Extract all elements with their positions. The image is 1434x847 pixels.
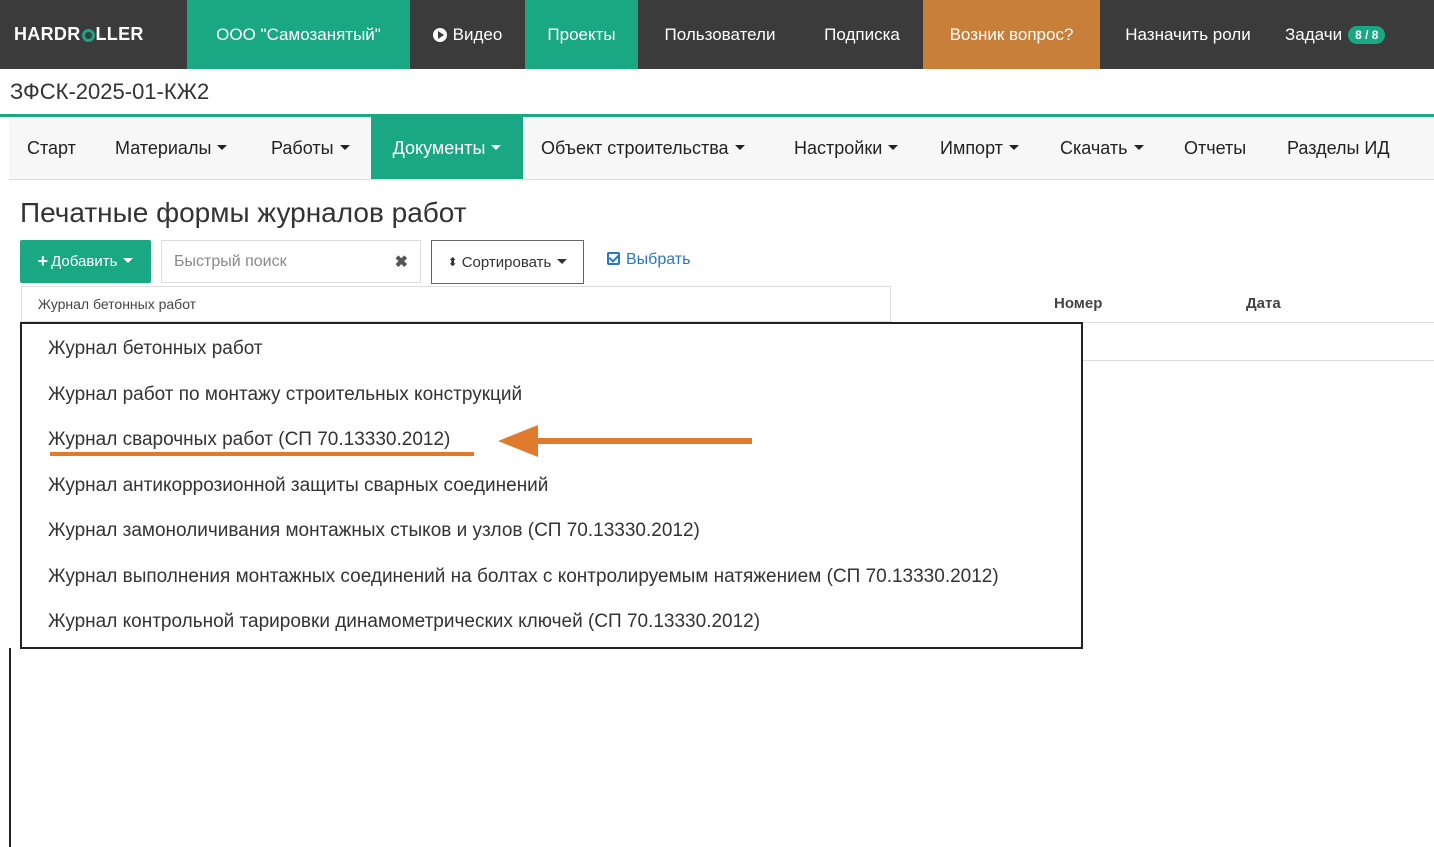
menu-settings-label: Настройки (794, 137, 883, 158)
dropdown-item[interactable]: Журнал выполнения монтажных соединений н… (48, 566, 999, 588)
brand-logo[interactable]: HARDR LLER (14, 0, 144, 69)
dropdown-item[interactable]: Журнал сварочных работ (СП 70.13330.2012… (48, 429, 450, 451)
highlight-underline (50, 452, 474, 456)
caret-down-icon (217, 144, 228, 150)
column-number-header[interactable]: Номер (1054, 295, 1102, 312)
nav-tasks[interactable]: Задачи 8 / 8 (1285, 0, 1425, 69)
menu-import[interactable]: Импорт (940, 117, 1019, 179)
caret-down-icon (734, 144, 745, 150)
clear-icon[interactable]: ✖ (395, 252, 408, 272)
dropdown-item[interactable]: Журнал контрольной тарировки динамометри… (48, 611, 760, 633)
top-navbar: HARDR LLER ООО "Самозанятый" Видео Проект… (0, 0, 1434, 69)
sort-icon: ⬍ (447, 255, 458, 269)
menu-object-label: Объект строительства (541, 137, 729, 158)
menu-documents-label: Документы (392, 137, 486, 158)
caret-down-icon (339, 144, 350, 150)
nav-question[interactable]: Возник вопрос? (923, 0, 1100, 69)
menu-sections[interactable]: Разделы ИД (1287, 117, 1390, 179)
main-menu: Старт Материалы Работы Документы Объект … (9, 117, 1434, 180)
menu-materials[interactable]: Материалы (115, 117, 228, 179)
nav-company[interactable]: ООО "Самозанятый" (187, 0, 410, 69)
column-date-header[interactable]: Дата (1246, 295, 1281, 312)
table-divider (1083, 322, 1434, 323)
menu-start[interactable]: Старт (27, 117, 76, 179)
caret-down-icon (557, 258, 568, 264)
checkbox-icon (607, 252, 620, 265)
menu-documents[interactable]: Документы (371, 117, 523, 179)
select-button[interactable]: Выбрать (607, 251, 690, 269)
plus-icon: + (37, 251, 49, 271)
dropdown-item[interactable]: Журнал работ по монтажу строительных кон… (48, 384, 522, 406)
tasks-badge: 8 / 8 (1348, 25, 1386, 44)
caret-down-icon (491, 144, 502, 150)
caret-down-icon (1008, 144, 1019, 150)
menu-download-label: Скачать (1060, 137, 1128, 158)
search-input[interactable]: Быстрый поиск ✖ (161, 240, 421, 283)
journal-select[interactable]: Журнал бетонных работ (21, 286, 891, 322)
nav-tasks-label: Задачи (1285, 24, 1343, 44)
caret-down-icon (1133, 144, 1144, 150)
menu-works-label: Работы (271, 137, 334, 158)
menu-reports[interactable]: Отчеты (1184, 117, 1246, 179)
nav-video[interactable]: Видео (411, 0, 524, 69)
sort-button[interactable]: ⬍ Сортировать (431, 240, 584, 284)
table-divider (1083, 360, 1434, 361)
nav-users[interactable]: Пользователи (638, 0, 802, 69)
caret-down-icon (123, 258, 134, 263)
menu-materials-label: Материалы (115, 137, 212, 158)
journal-dropdown: Журнал бетонных работ Журнал работ по мо… (20, 322, 1083, 649)
page-title: Печатные формы журналов работ (20, 197, 467, 228)
project-code: ЗФСК-2025-01-КЖ2 (10, 79, 210, 104)
dropdown-item[interactable]: Журнал замоноличивания монтажных стыков … (48, 520, 700, 542)
menu-import-label: Импорт (940, 137, 1003, 158)
menu-settings[interactable]: Настройки (794, 117, 899, 179)
select-button-label: Выбрать (626, 251, 691, 268)
menu-works[interactable]: Работы (271, 117, 350, 179)
dropdown-item[interactable]: Журнал антикоррозионной защиты сварных с… (48, 475, 548, 497)
highlight-arrow-icon (498, 425, 752, 457)
add-button-label: Добавить (51, 253, 118, 270)
sort-button-label: Сортировать (461, 253, 552, 271)
menu-download[interactable]: Скачать (1060, 117, 1144, 179)
dropdown-item[interactable]: Журнал бетонных работ (48, 338, 263, 360)
caret-down-icon (888, 144, 899, 150)
menu-object[interactable]: Объект строительства (541, 117, 745, 179)
nav-video-label: Видео (452, 24, 503, 44)
nav-assign-roles[interactable]: Назначить роли (1100, 0, 1276, 69)
nav-projects[interactable]: Проекты (525, 0, 638, 69)
add-button[interactable]: + Добавить (20, 240, 151, 283)
nav-subscription[interactable]: Подписка (802, 0, 922, 69)
project-header: ЗФСК-2025-01-КЖ2 (0, 69, 1434, 117)
play-icon (432, 27, 447, 42)
search-placeholder: Быстрый поиск (174, 252, 287, 270)
frame-border (9, 648, 11, 847)
